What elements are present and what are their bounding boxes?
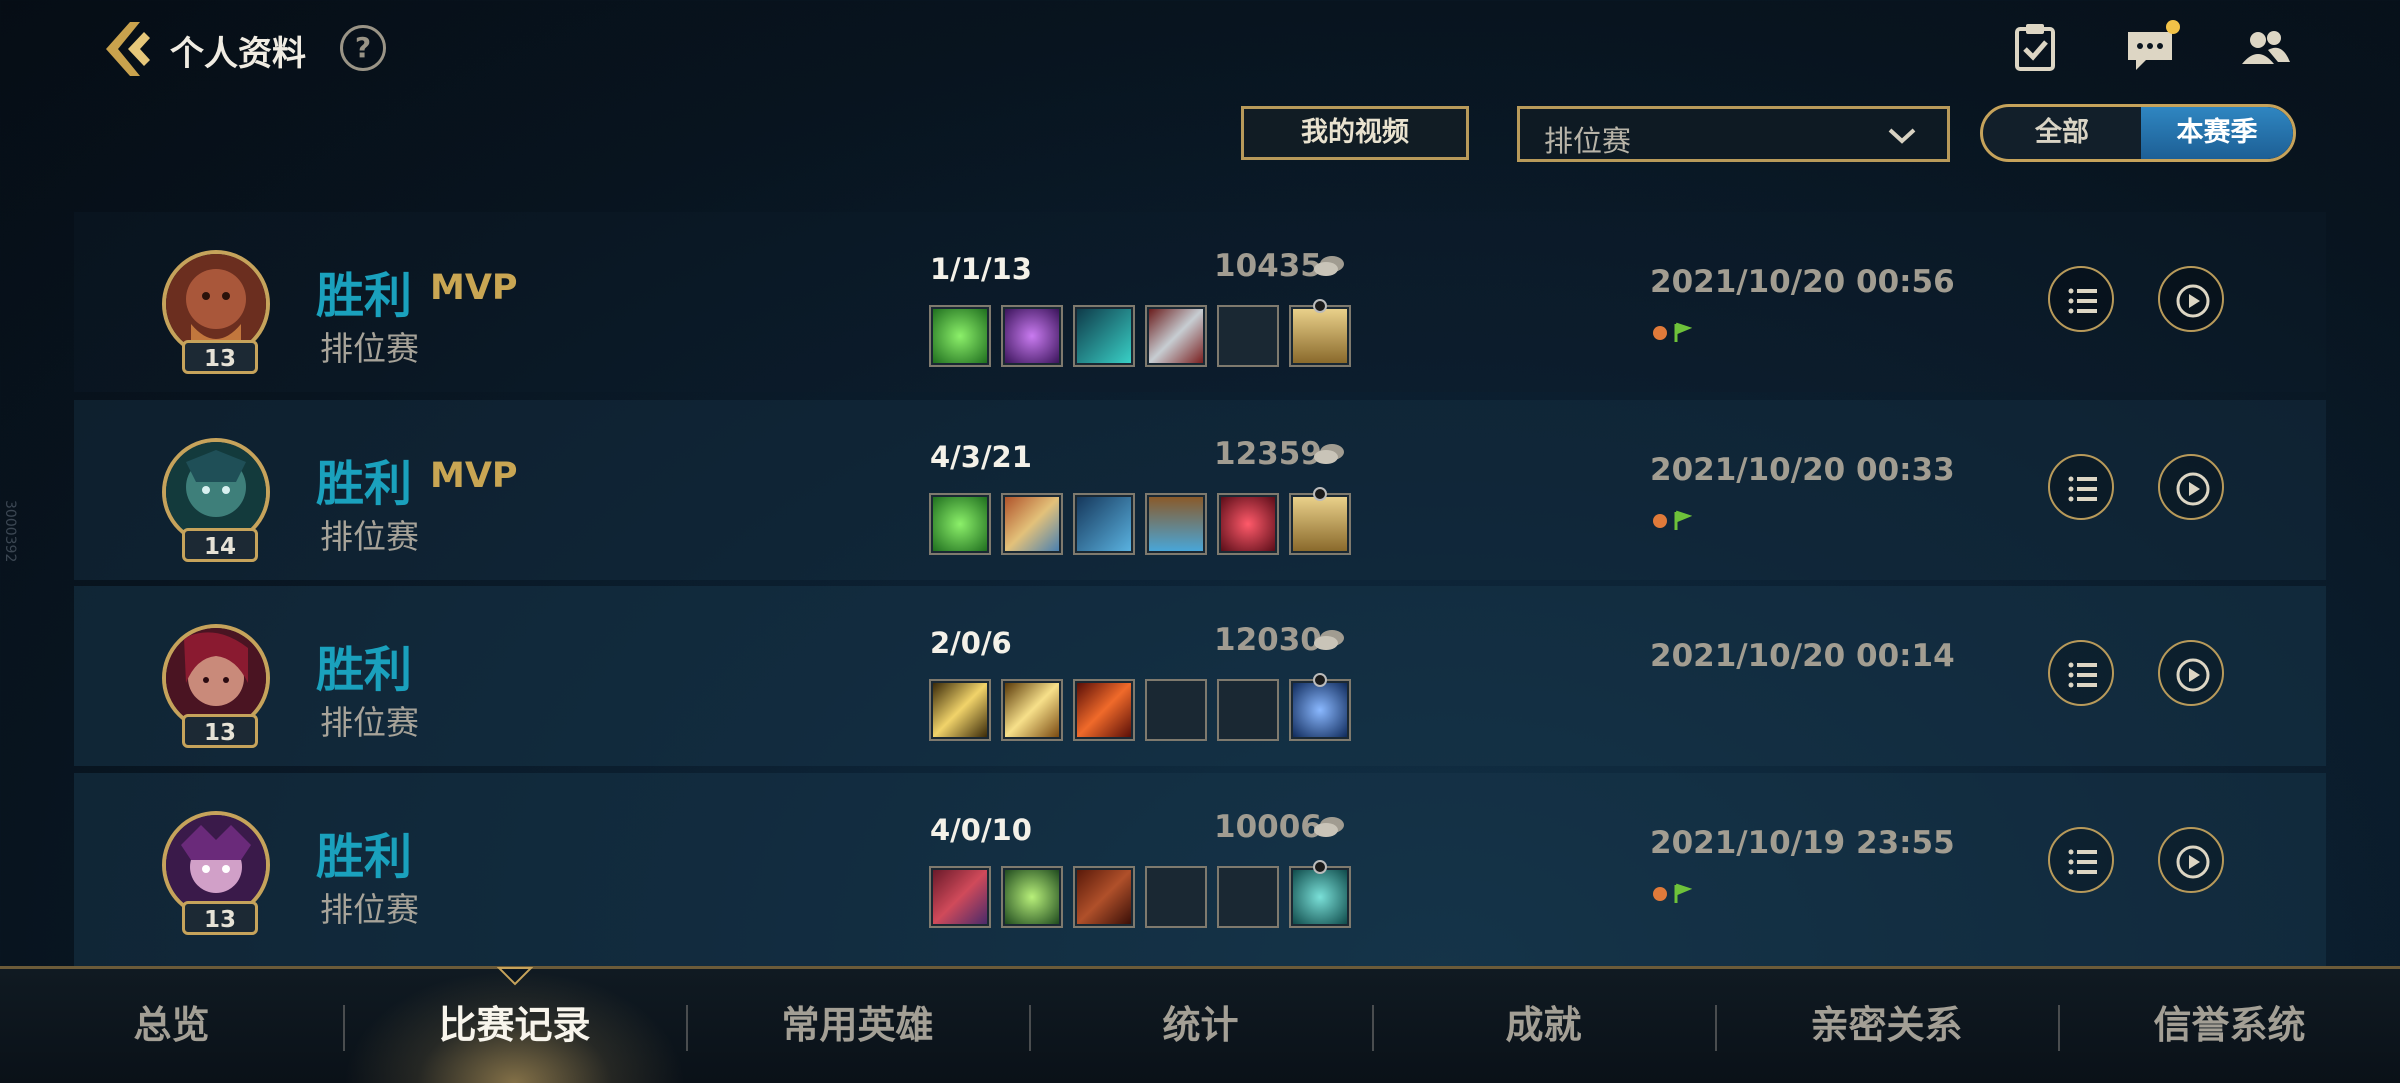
gold-amount: 12359: [1214, 436, 1322, 472]
gold-amount: 12030: [1214, 622, 1322, 658]
tab-statistics[interactable]: 统计: [1029, 969, 1372, 1083]
item-slot: [929, 305, 991, 367]
team-flags-icon: [1653, 883, 1692, 903]
match-result: 胜利: [316, 829, 413, 885]
item-slot-empty: [1217, 305, 1279, 367]
item-slot: [1217, 493, 1279, 555]
match-date: 2021/10/19 23:55: [1650, 825, 1955, 861]
gold-amount: 10006: [1214, 809, 1322, 845]
team-flags-icon: [1653, 322, 1692, 342]
match-replay-button[interactable]: [2158, 640, 2224, 706]
gold-amount: 10435: [1214, 248, 1322, 284]
mvp-badge: MVP: [430, 268, 518, 308]
list-icon: [2068, 662, 2097, 688]
match-date: 2021/10/20 00:33: [1650, 452, 1955, 488]
item-slot: [1073, 866, 1135, 928]
kda: 2/0/6: [930, 626, 1012, 660]
item-slot-empty: [1145, 866, 1207, 928]
match-row[interactable]: 13 胜利 MVP 排位赛 1/1/13 10435 2021/10/20 00…: [74, 212, 2326, 392]
item-slot: [1001, 493, 1063, 555]
replay-icon: [2176, 845, 2210, 879]
item-slot: [1001, 305, 1063, 367]
gold-coin-icon: [1314, 630, 1344, 650]
item-slot: [929, 679, 991, 741]
match-result: 胜利: [316, 456, 413, 512]
kda: 4/3/21: [930, 440, 1032, 474]
match-date: 2021/10/20 00:14: [1650, 638, 1955, 674]
match-result: 胜利: [316, 268, 413, 324]
match-replay-button[interactable]: [2158, 827, 2224, 893]
match-row[interactable]: 13 胜利 排位赛 2/0/6 12030 2021/10/20 00:14: [74, 586, 2326, 766]
kda: 1/1/13: [930, 252, 1032, 286]
match-replay-button[interactable]: [2158, 266, 2224, 332]
list-icon: [2068, 288, 2097, 314]
tab-overview[interactable]: 总览: [0, 969, 343, 1083]
champion-level: 14: [182, 528, 258, 562]
gold-coin-icon: [1314, 444, 1344, 464]
match-list[interactable]: 13 胜利 MVP 排位赛 1/1/13 10435 2021/10/20 00…: [74, 0, 2326, 970]
match-result: 胜利: [316, 642, 413, 698]
match-details-button[interactable]: [2048, 266, 2114, 332]
replay-icon: [2176, 658, 2210, 692]
bottom-nav: 总览 比赛记录 常用英雄 统计 成就 亲密关系 信誉系统: [0, 966, 2400, 1083]
item-slot-empty: [1217, 866, 1279, 928]
tab-honor-system[interactable]: 信誉系统: [2058, 969, 2400, 1083]
item-slot: [1073, 493, 1135, 555]
item-slot: [929, 493, 991, 555]
match-replay-button[interactable]: [2158, 454, 2224, 520]
trinket-slot: [1289, 673, 1351, 741]
match-row[interactable]: 14 胜利 MVP 排位赛 4/3/21 12359 2021/10/20 00…: [74, 400, 2326, 580]
gold-coin-icon: [1314, 256, 1344, 276]
match-row[interactable]: 13 胜利 排位赛 4/0/10 10006 2021/10/19 23:55: [74, 773, 2326, 970]
active-tab-indicator: [497, 967, 533, 986]
mvp-badge: MVP: [430, 456, 518, 496]
item-slot-empty: [1217, 679, 1279, 741]
list-icon: [2068, 849, 2097, 875]
match-details-button[interactable]: [2048, 640, 2114, 706]
replay-icon: [2176, 284, 2210, 318]
champion-level: 13: [182, 901, 258, 935]
item-slot: [1145, 305, 1207, 367]
match-mode: 排位赛: [320, 329, 419, 368]
tab-relationships[interactable]: 亲密关系: [1715, 969, 2058, 1083]
match-mode: 排位赛: [320, 890, 419, 929]
match-details-button[interactable]: [2048, 827, 2114, 893]
match-details-button[interactable]: [2048, 454, 2114, 520]
tab-achievements[interactable]: 成就: [1372, 969, 1715, 1083]
list-icon: [2068, 476, 2097, 502]
item-slot: [929, 866, 991, 928]
gold-coin-icon: [1314, 817, 1344, 837]
champion-level: 13: [182, 340, 258, 374]
item-slot: [1001, 866, 1063, 928]
match-mode: 排位赛: [320, 703, 419, 742]
side-id-text: 3000392: [2, 500, 18, 563]
champion-level: 13: [182, 714, 258, 748]
replay-icon: [2176, 472, 2210, 506]
match-date: 2021/10/20 00:56: [1650, 264, 1955, 300]
item-slot: [1073, 305, 1135, 367]
item-slot-empty: [1145, 679, 1207, 741]
item-slot: [1001, 679, 1063, 741]
item-slot: [1145, 493, 1207, 555]
team-flags-icon: [1653, 510, 1692, 530]
match-mode: 排位赛: [320, 517, 419, 556]
trinket-slot: [1289, 860, 1351, 928]
trinket-slot: [1289, 299, 1351, 367]
kda: 4/0/10: [930, 813, 1032, 847]
item-slot: [1073, 679, 1135, 741]
trinket-slot: [1289, 487, 1351, 555]
tab-common-champions[interactable]: 常用英雄: [686, 969, 1029, 1083]
tab-match-history[interactable]: 比赛记录: [343, 969, 686, 1083]
